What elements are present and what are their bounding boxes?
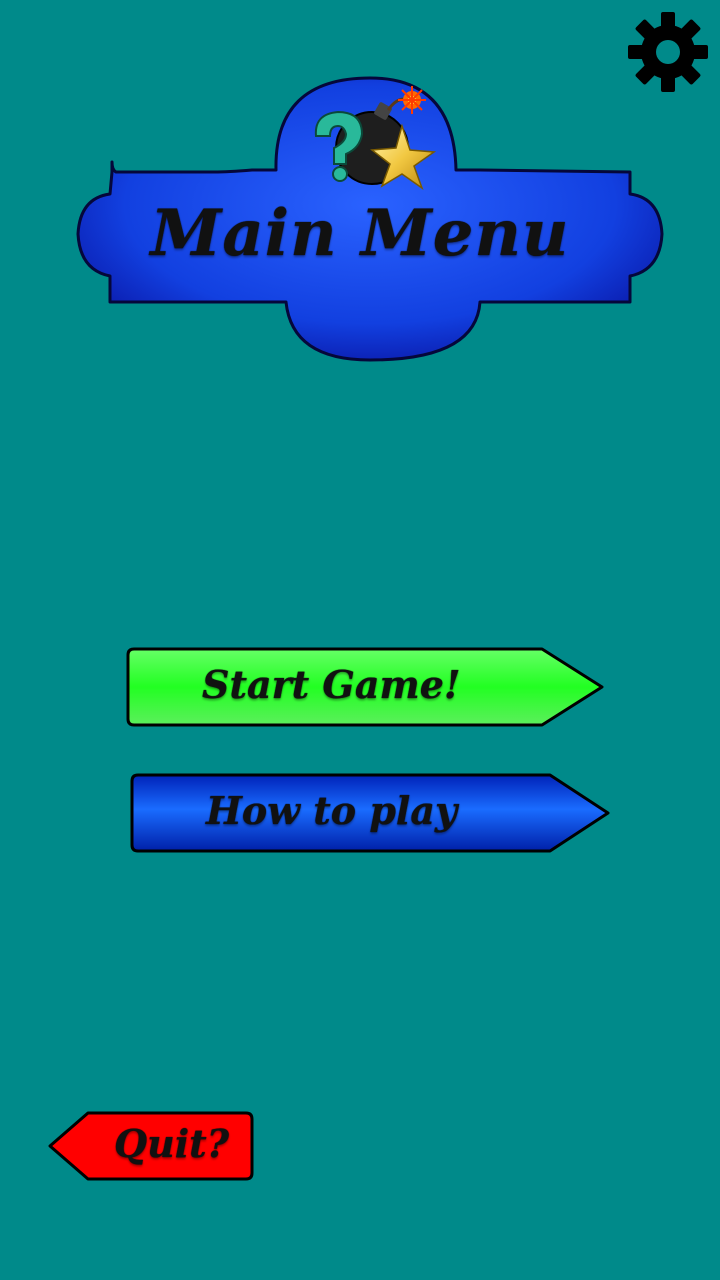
start-game-label: Start Game! — [202, 662, 461, 707]
page-title: Main Menu — [150, 196, 570, 271]
quit-label: Quit? — [114, 1121, 229, 1166]
how-to-play-label: How to play — [206, 788, 458, 833]
